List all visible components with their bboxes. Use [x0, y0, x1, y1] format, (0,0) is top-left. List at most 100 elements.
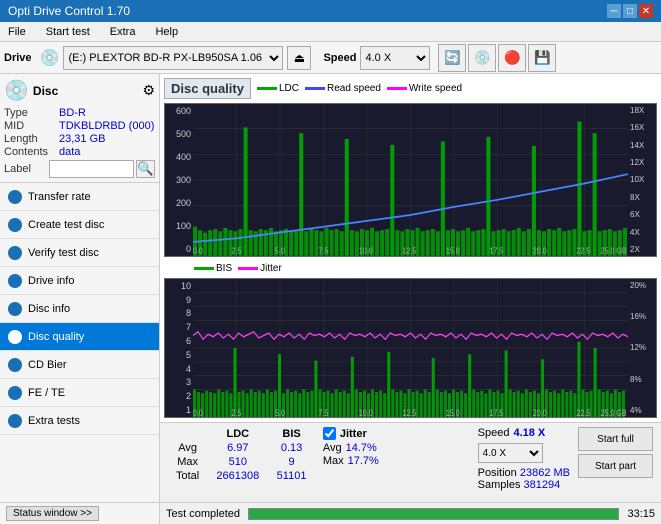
total-bis: 51101 [268, 469, 315, 483]
menu-help[interactable]: Help [151, 24, 182, 40]
max-bis: 9 [268, 455, 315, 469]
bis-legend: BIS [194, 263, 232, 274]
charts-area: Disc quality LDC Read speed Write speed [160, 74, 661, 422]
svg-text:7.5: 7.5 [318, 246, 328, 256]
col-header-ldc: LDC [207, 427, 268, 441]
ldc-legend-color [257, 87, 277, 90]
jitter-stats-label: Jitter [340, 428, 367, 440]
nav-icon-cd-bier [8, 358, 22, 372]
erase-button[interactable]: 🔴 [498, 44, 526, 72]
jitter-legend-color [238, 267, 258, 270]
menu-file[interactable]: File [4, 24, 30, 40]
svg-text:0.0: 0.0 [193, 246, 203, 256]
write-speed-legend-label: Write speed [409, 83, 462, 94]
mid-value: TDKBLDRBD (000) [59, 120, 154, 132]
total-label: Total [168, 469, 207, 483]
svg-text:7.5: 7.5 [318, 408, 328, 417]
nav-icon-create-test [8, 218, 22, 232]
svg-text:12.5: 12.5 [402, 246, 416, 256]
chart2-y-axis-right: 20%16%12%8%4% [628, 279, 656, 417]
bis-legend-label: BIS [216, 263, 232, 274]
ldc-bis-stats: LDC BIS Avg 6.97 0.13 Max 510 [168, 427, 315, 498]
window-controls[interactable]: ─ □ ✕ [607, 4, 653, 18]
nav-item-extra-tests[interactable]: Extra tests [0, 407, 159, 435]
type-value: BD-R [59, 107, 86, 119]
start-part-button[interactable]: Start part [578, 454, 653, 478]
minimize-button[interactable]: ─ [607, 4, 621, 18]
status-window-button[interactable]: Status window >> [6, 506, 99, 521]
nav-icon-extra-tests [8, 414, 22, 428]
maximize-button[interactable]: □ [623, 4, 637, 18]
nav-item-disc-info[interactable]: Disc info [0, 295, 159, 323]
nav-icon-fe-te [8, 386, 22, 400]
avg-jitter-row-label: Avg [323, 442, 342, 454]
nav-item-transfer-rate[interactable]: Transfer rate [0, 183, 159, 211]
contents-value: data [59, 146, 80, 158]
status-text: Test completed [166, 508, 240, 520]
nav-item-fe-te[interactable]: FE / TE [0, 379, 159, 407]
speed-select[interactable]: 4.0 X [360, 46, 430, 70]
svg-text:25.0 GB: 25.0 GB [601, 408, 627, 417]
write-speed-legend-color [387, 87, 407, 90]
max-label: Max [168, 455, 207, 469]
disc-label-label: Label [4, 163, 49, 175]
svg-text:10.0: 10.0 [359, 246, 373, 256]
speed-stats: Speed 4.18 X 4.0 X Position 23862 MB Sam… [478, 427, 570, 498]
nav-item-verify-test-disc[interactable]: Verify test disc [0, 239, 159, 267]
svg-text:20.0: 20.0 [533, 408, 547, 417]
col-header-empty [168, 427, 207, 441]
bis-legend-color [194, 267, 214, 270]
disc-label-input[interactable] [49, 160, 134, 178]
max-ldc: 510 [207, 455, 268, 469]
nav-icon-disc-quality [8, 330, 22, 344]
menubar: File Start test Extra Help [0, 22, 661, 42]
svg-text:22.5: 22.5 [576, 408, 590, 417]
type-label: Type [4, 107, 59, 119]
eject-button[interactable]: ⏏ [287, 46, 311, 70]
close-button[interactable]: ✕ [639, 4, 653, 18]
nav-label-cd-bier: CD Bier [28, 359, 67, 371]
nav-icon-verify-test [8, 246, 22, 260]
length-value: 23,31 GB [59, 133, 105, 145]
avg-label: Avg [168, 441, 207, 455]
svg-text:12.5: 12.5 [402, 408, 416, 417]
svg-text:10.0: 10.0 [359, 408, 373, 417]
write-speed-legend: Write speed [387, 83, 462, 94]
content-area: Disc quality LDC Read speed Write speed [160, 74, 661, 524]
refresh-button[interactable]: 🔄 [438, 44, 466, 72]
nav-label-transfer-rate: Transfer rate [28, 191, 91, 203]
nav-label-fe-te: FE / TE [28, 387, 65, 399]
svg-text:0.0: 0.0 [193, 408, 203, 417]
speed-label: Speed [323, 52, 356, 64]
nav-items: Transfer rate Create test disc Verify te… [0, 183, 159, 502]
avg-ldc: 6.97 [207, 441, 268, 455]
start-full-button[interactable]: Start full [578, 427, 653, 451]
position-value: 23862 MB [520, 467, 570, 479]
stats-bar: LDC BIS Avg 6.97 0.13 Max 510 [160, 422, 661, 502]
save-button[interactable]: 💾 [528, 44, 556, 72]
nav-item-drive-info[interactable]: Drive info [0, 267, 159, 295]
svg-text:2.5: 2.5 [231, 408, 241, 417]
disc-button[interactable]: 💿 [468, 44, 496, 72]
drive-select[interactable]: (E:) PLEXTOR BD-R PX-LB950SA 1.06 [63, 46, 283, 70]
menu-start-test[interactable]: Start test [42, 24, 94, 40]
nav-item-cd-bier[interactable]: CD Bier [0, 351, 159, 379]
samples-value: 381294 [524, 479, 561, 491]
chart1-y-axis-left: 6005004003002001000 [165, 104, 193, 256]
disc-quality-title: Disc quality [164, 78, 251, 99]
total-ldc: 2661308 [207, 469, 268, 483]
disc-label-button[interactable]: 🔍 [136, 160, 155, 178]
sidebar: 💿 Disc ⚙ Type BD-R MID TDKBLDRBD (000) L… [0, 74, 160, 524]
chart2-header: BIS Jitter [164, 263, 657, 274]
nav-label-verify-test: Verify test disc [28, 247, 99, 259]
jitter-checkbox[interactable] [323, 427, 336, 440]
chart1-canvas: 0.0 2.5 5.0 7.5 10.0 12.5 15.0 17.5 20.0… [193, 104, 628, 256]
bottom-status: Test completed 33:15 [160, 502, 661, 524]
nav-item-create-test-disc[interactable]: Create test disc [0, 211, 159, 239]
status-window-bar: Status window >> [0, 502, 159, 524]
length-label: Length [4, 133, 59, 145]
menu-extra[interactable]: Extra [106, 24, 140, 40]
titlebar: Opti Drive Control 1.70 ─ □ ✕ [0, 0, 661, 22]
speed-stats-select[interactable]: 4.0 X [478, 443, 543, 463]
nav-item-disc-quality[interactable]: Disc quality [0, 323, 159, 351]
